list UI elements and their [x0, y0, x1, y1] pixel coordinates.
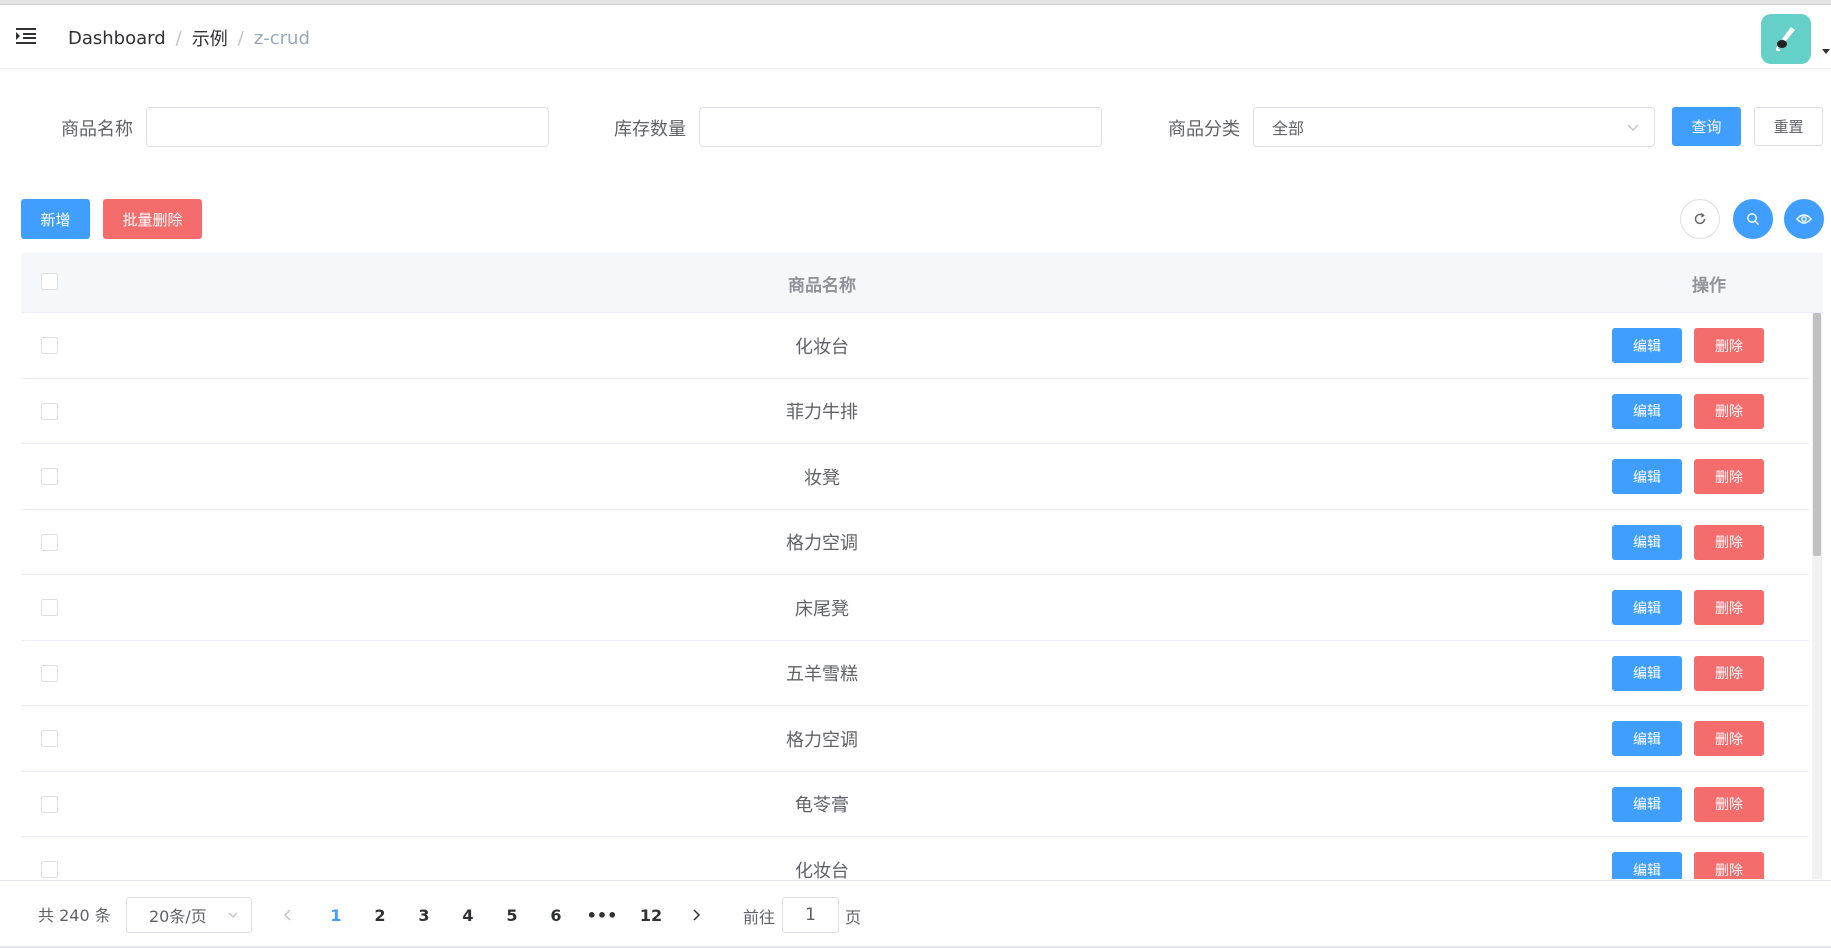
avatar-dropdown-caret-icon[interactable]: [1822, 49, 1830, 54]
toggle-search-button[interactable]: [1733, 199, 1773, 239]
category-select[interactable]: 全部: [1253, 107, 1655, 147]
column-header-actions: 操作: [1692, 275, 1726, 296]
avatar-brush-icon: [1775, 27, 1795, 52]
stock-label: 库存数量: [614, 119, 686, 140]
search-icon: [1747, 213, 1759, 225]
breadcrumb-separator: /: [237, 27, 244, 49]
product-name-label: 商品名称: [61, 119, 133, 140]
reset-button[interactable]: 重置: [1754, 107, 1823, 146]
delete-button[interactable]: 删除: [1694, 328, 1764, 363]
breadcrumb: Dashboard / 示例 / z-crud: [68, 25, 310, 51]
table-scrollbar[interactable]: [1812, 313, 1822, 879]
product-name-cell: 五羊雪糕: [786, 664, 858, 685]
page-number-4[interactable]: 4: [458, 897, 478, 933]
goto-suffix: 页: [845, 908, 862, 927]
product-name-cell: 化妆台: [795, 860, 849, 880]
chevron-right-icon: [693, 909, 701, 921]
eye-icon: [1796, 214, 1812, 224]
add-button[interactable]: 新增: [21, 199, 90, 239]
query-button[interactable]: 查询: [1672, 107, 1741, 146]
batch-delete-button[interactable]: 批量删除: [103, 199, 202, 239]
page-size-select[interactable]: 20条/页: [126, 897, 252, 933]
edit-button[interactable]: 编辑: [1612, 786, 1682, 822]
navbar: Dashboard / 示例 / z-crud: [0, 5, 1831, 69]
page-number-2[interactable]: 2: [370, 897, 390, 933]
table-row: 妆凳 编辑 删除: [21, 444, 1809, 510]
breadcrumb-current: z-crud: [253, 27, 310, 49]
page-number-5[interactable]: 5: [502, 897, 522, 933]
user-avatar[interactable]: [1761, 14, 1811, 64]
table-row: 化妆台 编辑 删除: [21, 313, 1809, 379]
table-row: 菲力牛排 编辑 删除: [21, 379, 1809, 444]
column-visibility-button[interactable]: [1784, 199, 1824, 239]
page-number-1[interactable]: 1: [326, 897, 346, 933]
table-row: 龟苓膏 编辑 删除: [21, 772, 1809, 837]
stock-input[interactable]: [699, 107, 1102, 147]
product-name-cell: 床尾凳: [795, 598, 849, 620]
category-select-value: 全部: [1272, 119, 1305, 138]
category-label: 商品分类: [1168, 119, 1240, 140]
product-name-cell: 妆凳: [804, 467, 840, 489]
chevron-left-icon: [283, 909, 291, 921]
product-table: 商品名称 操作 化妆台 编辑 删除 菲力牛排 编辑 删除 妆凳 编辑 删除 格力空调 编辑 删除 床尾凳…: [21, 253, 1823, 879]
table-scrollbar-thumb[interactable]: [1813, 313, 1821, 556]
product-name-cell: 格力空调: [786, 729, 858, 751]
pagination: 共 240 条 20条/页 123456•••12 前往 页: [0, 880, 1831, 948]
edit-button[interactable]: 编辑: [1612, 524, 1682, 560]
table-row: 五羊雪糕 编辑 删除: [21, 641, 1809, 706]
goto-label: 前往: [743, 908, 776, 927]
breadcrumb-example[interactable]: 示例: [192, 25, 228, 51]
chevron-down-icon: [1627, 124, 1639, 132]
sidebar-toggle-icon[interactable]: [14, 24, 38, 48]
next-page-button[interactable]: [686, 897, 706, 933]
page-number-6[interactable]: 6: [546, 897, 566, 933]
delete-button[interactable]: 删除: [1694, 524, 1764, 560]
edit-button[interactable]: 编辑: [1612, 459, 1682, 494]
edit-button[interactable]: 编辑: [1612, 721, 1682, 756]
edit-button[interactable]: 编辑: [1612, 393, 1682, 429]
table-row: 化妆台 编辑 删除: [21, 837, 1809, 879]
table-row: 格力空调 编辑 删除: [21, 510, 1809, 575]
breadcrumb-separator: /: [175, 27, 182, 49]
page-number-12[interactable]: 12: [634, 897, 668, 933]
refresh-icon: [1694, 212, 1706, 225]
edit-button[interactable]: 编辑: [1612, 852, 1682, 879]
table-row: 格力空调 编辑 删除: [21, 706, 1809, 772]
chevron-down-icon: [228, 912, 238, 918]
breadcrumb-dashboard[interactable]: Dashboard: [68, 28, 166, 49]
product-name-cell: 龟苓膏: [795, 795, 849, 816]
table-row: 床尾凳 编辑 删除: [21, 575, 1809, 641]
page-size-value: 20条/页: [149, 907, 207, 926]
table-header: 商品名称 操作: [21, 253, 1823, 313]
edit-button[interactable]: 编辑: [1612, 655, 1682, 691]
refresh-button[interactable]: [1680, 199, 1720, 239]
edit-button[interactable]: 编辑: [1612, 590, 1682, 625]
delete-button[interactable]: 删除: [1694, 721, 1764, 756]
column-header-product-name: 商品名称: [788, 275, 856, 296]
delete-button[interactable]: 删除: [1694, 393, 1764, 429]
edit-button[interactable]: 编辑: [1612, 328, 1682, 363]
delete-button[interactable]: 删除: [1694, 459, 1764, 494]
delete-button[interactable]: 删除: [1694, 590, 1764, 625]
delete-button[interactable]: 删除: [1694, 786, 1764, 822]
prev-page-button[interactable]: [278, 897, 298, 933]
product-name-cell: 格力空调: [786, 533, 858, 554]
pagination-total: 共 240 条: [38, 906, 111, 925]
pagination-more-icon[interactable]: •••: [587, 897, 618, 933]
delete-button[interactable]: 删除: [1694, 852, 1764, 879]
product-name-input[interactable]: [146, 107, 549, 147]
page-number-3[interactable]: 3: [414, 897, 434, 933]
table-body: 化妆台 编辑 删除 菲力牛排 编辑 删除 妆凳 编辑 删除 格力空调 编辑 删除 床尾凳 编辑 删除 五羊雪糕…: [21, 313, 1823, 879]
delete-button[interactable]: 删除: [1694, 655, 1764, 691]
goto-page-input[interactable]: [782, 897, 839, 933]
product-name-cell: 化妆台: [795, 336, 849, 358]
product-name-cell: 菲力牛排: [786, 402, 858, 423]
